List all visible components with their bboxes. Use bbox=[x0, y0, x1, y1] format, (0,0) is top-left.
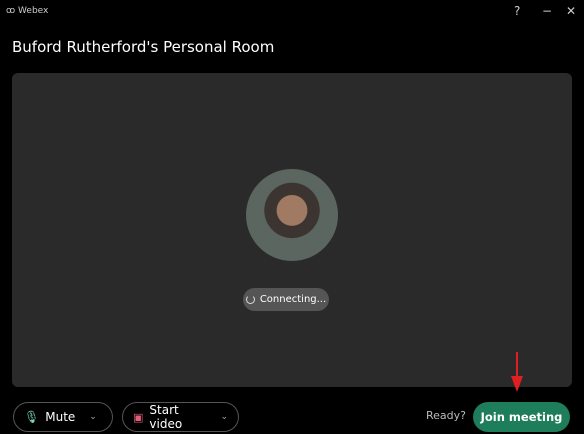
help-button[interactable]: ? bbox=[514, 4, 520, 18]
connecting-status: Connecting... bbox=[243, 288, 329, 311]
close-button[interactable]: ✕ bbox=[566, 4, 576, 18]
arrow-down-icon bbox=[511, 352, 523, 392]
video-preview: Connecting... bbox=[12, 73, 572, 387]
app-logo: ꝏ Webex bbox=[6, 6, 49, 16]
title-bar: ꝏ Webex ? − ✕ bbox=[0, 0, 584, 24]
webex-icon: ꝏ bbox=[6, 6, 19, 16]
ready-label: Ready? bbox=[426, 409, 466, 422]
chevron-down-icon[interactable]: ⌄ bbox=[220, 412, 228, 422]
minimize-button[interactable]: − bbox=[542, 4, 552, 18]
room-title: Buford Rutherford's Personal Room bbox=[12, 38, 275, 56]
microphone-icon: 🎙 bbox=[24, 410, 40, 424]
mute-button[interactable]: 🎙 Mute ⌄ bbox=[13, 402, 113, 432]
spinner-icon bbox=[245, 295, 255, 304]
join-meeting-button[interactable]: Join meeting bbox=[473, 402, 570, 432]
start-video-button[interactable]: ▣ Start video ⌄ bbox=[122, 402, 239, 432]
avatar bbox=[246, 169, 338, 261]
chevron-down-icon[interactable]: ⌄ bbox=[89, 412, 97, 422]
video-off-icon: ▣ bbox=[133, 410, 144, 424]
